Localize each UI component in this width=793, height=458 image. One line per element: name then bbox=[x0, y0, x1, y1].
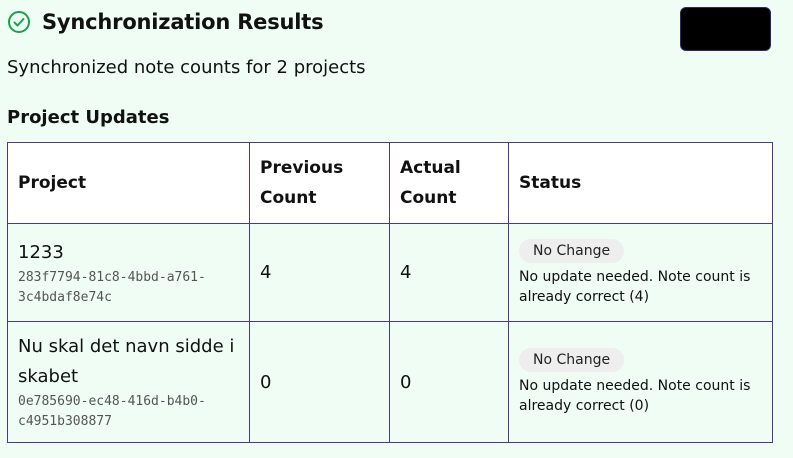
project-cell: 1233 283f7794-81c8-4bbd-a761-3c4bdaf8e74… bbox=[7, 223, 250, 322]
sync-results-panel: Synchronization Results Synchronized not… bbox=[0, 0, 793, 458]
project-cell: Nu skal det navn sidde i skabet 0e785690… bbox=[7, 321, 250, 443]
project-name: 1233 bbox=[18, 241, 64, 263]
project-name: Nu skal det navn sidde i skabet bbox=[18, 336, 235, 387]
status-message: No update needed. Note count is already … bbox=[519, 268, 751, 305]
check-circle-icon bbox=[7, 10, 31, 34]
status-message: No update needed. Note count is already … bbox=[519, 378, 751, 414]
previous-count: 4 bbox=[249, 223, 390, 322]
status-badge: No Change bbox=[519, 348, 625, 372]
table-header-row: Project Previous Count Actual Count Stat… bbox=[7, 142, 773, 224]
status-cell: No Change No update needed. Note count i… bbox=[508, 321, 773, 443]
column-header-previous-count: Previous Count bbox=[249, 142, 390, 224]
previous-count: 0 bbox=[249, 321, 390, 443]
actual-count: 4 bbox=[389, 223, 509, 322]
column-header-status: Status bbox=[508, 142, 773, 224]
column-header-actual-count: Actual Count bbox=[389, 142, 509, 224]
status-badge: No Change bbox=[519, 238, 625, 263]
page-title: Synchronization Results bbox=[42, 10, 324, 34]
table-row: 1233 283f7794-81c8-4bbd-a761-3c4bdaf8e74… bbox=[7, 223, 773, 322]
table-row: Nu skal det navn sidde i skabet 0e785690… bbox=[7, 321, 773, 443]
section-title: Project Updates bbox=[7, 107, 170, 128]
status-cell: No Change No update needed. Note count i… bbox=[508, 223, 773, 322]
project-id: 283f7794-81c8-4bbd-a761-3c4bdaf8e74c bbox=[18, 269, 206, 305]
summary-text: Synchronized note counts for 2 projects bbox=[7, 57, 366, 78]
actual-count: 0 bbox=[389, 321, 509, 443]
header: Synchronization Results bbox=[7, 10, 324, 34]
project-id: 0e785690-ec48-416d-b4b0-c4951b308877 bbox=[18, 394, 206, 429]
column-header-project: Project bbox=[7, 142, 250, 224]
project-updates-table: Project Previous Count Actual Count Stat… bbox=[7, 142, 773, 443]
close-button[interactable] bbox=[680, 7, 771, 51]
